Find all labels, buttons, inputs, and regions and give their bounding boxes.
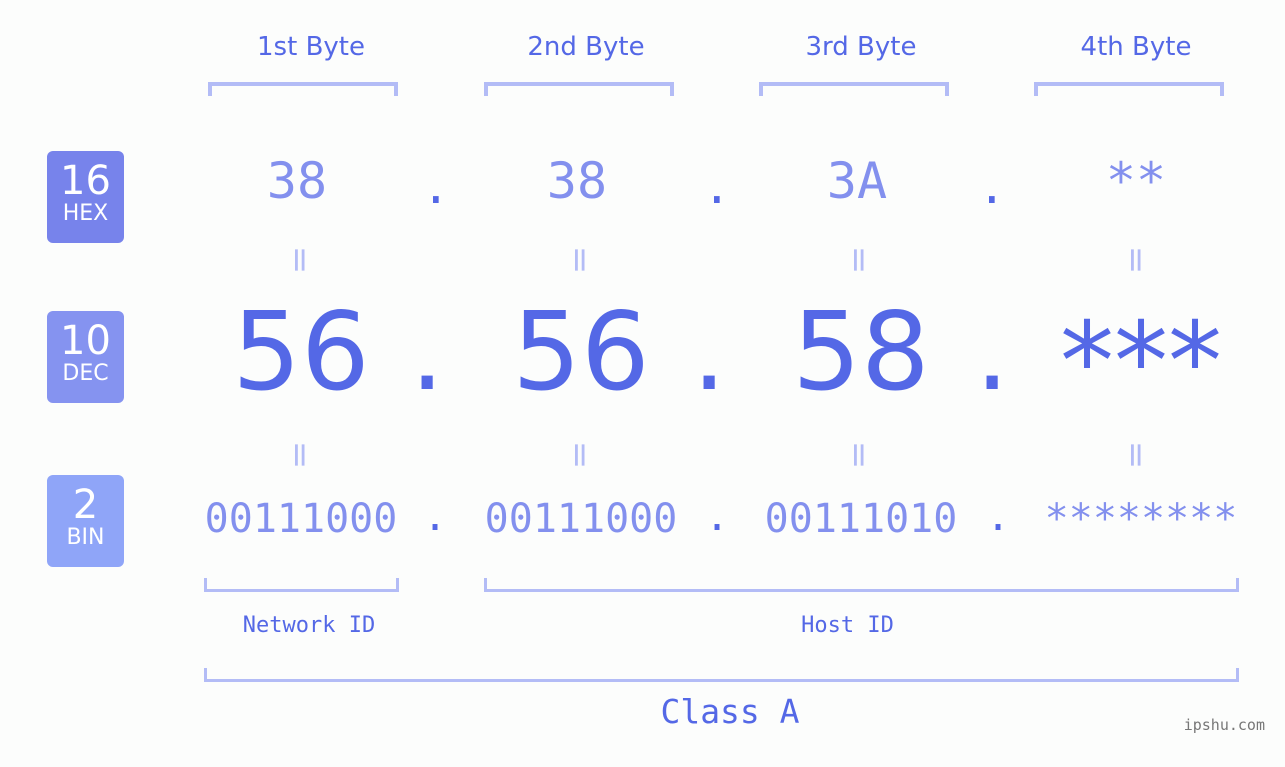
hex-separator-1: .: [422, 160, 450, 214]
equals-dec-bin-2: =: [560, 440, 600, 470]
host-id-label: Host ID: [801, 613, 894, 638]
bin-badge: 2 BIN: [47, 475, 124, 567]
byte-header-2: 2nd Byte: [527, 32, 645, 62]
dec-badge-label: DEC: [62, 361, 109, 386]
dec-byte-1: 56: [232, 290, 370, 415]
hex-badge-label: HEX: [62, 201, 109, 226]
dec-separator-2: .: [692, 290, 727, 415]
dec-badge-base: 10: [60, 318, 111, 364]
equals-hex-dec-1: =: [280, 245, 320, 275]
host-id-bracket: [484, 578, 1239, 592]
equals-dec-bin-4: =: [1116, 440, 1156, 470]
hex-byte-4: **: [1105, 152, 1167, 210]
bin-byte-4: ********: [1044, 496, 1238, 542]
hex-badge: 16 HEX: [47, 151, 124, 243]
byte-bracket-1: [208, 82, 398, 96]
hex-badge-base: 16: [60, 158, 111, 204]
watermark: ipshu.com: [1183, 716, 1265, 734]
equals-dec-bin-1: =: [280, 440, 320, 470]
byte-header-1: 1st Byte: [257, 32, 365, 62]
dec-byte-2: 56: [512, 290, 650, 415]
bin-badge-base: 2: [72, 482, 99, 528]
dec-separator-1: .: [410, 290, 445, 415]
hex-byte-3: 3A: [826, 152, 888, 210]
bin-byte-3: 00111010: [764, 496, 958, 542]
hex-byte-1: 38: [266, 152, 328, 210]
class-label: Class A: [660, 692, 800, 731]
equals-hex-dec-4: =: [1116, 245, 1156, 275]
byte-bracket-3: [759, 82, 949, 96]
network-id-bracket: [204, 578, 399, 592]
hex-separator-2: .: [703, 160, 731, 214]
bin-separator-3: .: [986, 494, 1011, 540]
dec-byte-4: ***: [1060, 300, 1222, 425]
bin-separator-2: .: [705, 494, 730, 540]
dec-badge: 10 DEC: [47, 311, 124, 403]
equals-dec-bin-3: =: [839, 440, 879, 470]
byte-header-3: 3rd Byte: [805, 32, 917, 62]
hex-byte-2: 38: [546, 152, 608, 210]
equals-hex-dec-2: =: [560, 245, 600, 275]
dec-byte-3: 58: [792, 290, 930, 415]
equals-hex-dec-3: =: [839, 245, 879, 275]
byte-bracket-2: [484, 82, 674, 96]
class-bracket: [204, 668, 1239, 682]
dec-separator-3: .: [975, 290, 1010, 415]
network-id-label: Network ID: [242, 613, 376, 638]
byte-header-4: 4th Byte: [1080, 32, 1192, 62]
byte-bracket-4: [1034, 82, 1224, 96]
hex-separator-3: .: [978, 160, 1006, 214]
bin-separator-1: .: [423, 494, 448, 540]
bin-byte-1: 00111000: [204, 496, 398, 542]
bin-badge-label: BIN: [66, 525, 105, 550]
bin-byte-2: 00111000: [484, 496, 678, 542]
